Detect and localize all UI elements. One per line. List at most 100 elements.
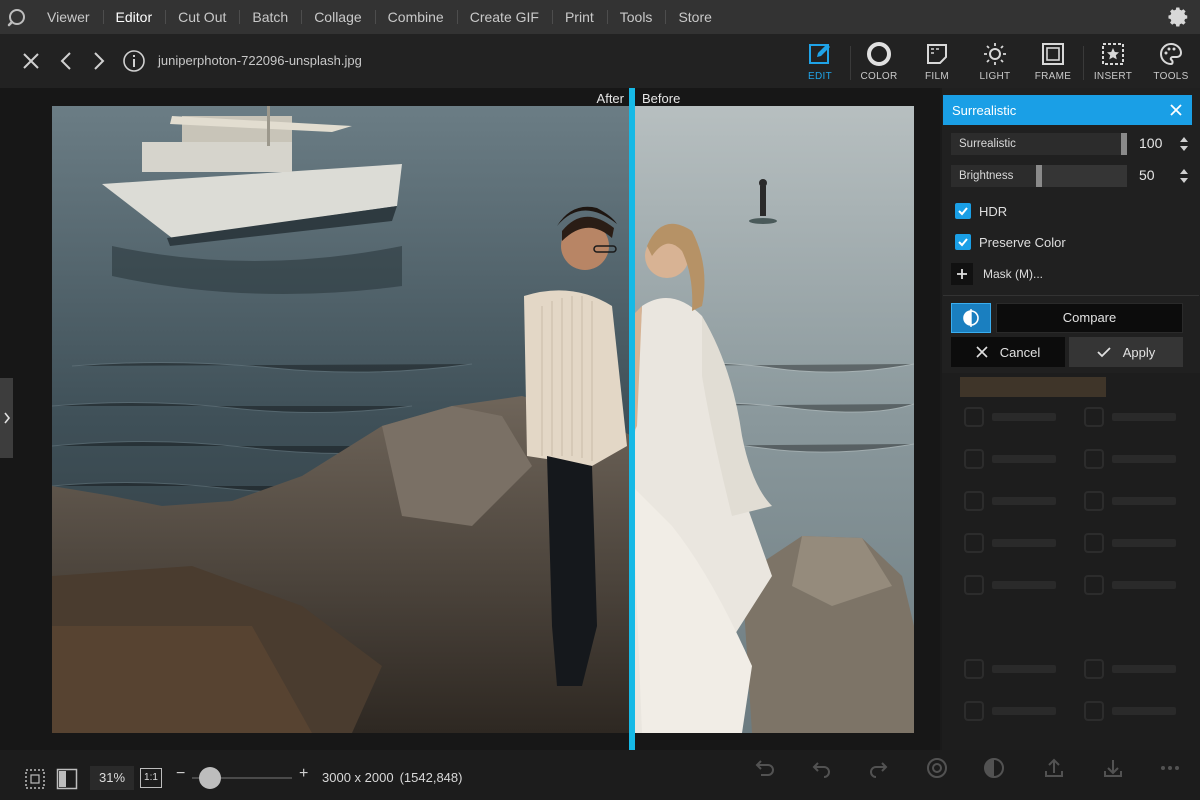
disabled-effects-list [942, 373, 1200, 750]
check-icon [958, 238, 968, 247]
tab-frame-label: FRAME [1034, 71, 1072, 82]
effect-panel: Surrealistic Surrealistic 100 Brightness… [942, 88, 1200, 750]
revert-icon [755, 760, 774, 776]
menu-cut-out[interactable]: Cut Out [165, 0, 239, 34]
stepper-icon[interactable] [1179, 135, 1189, 153]
disabled-effect-tile [964, 447, 1076, 473]
zoom-out-icon[interactable]: − [176, 765, 185, 783]
previous-image-icon[interactable] [53, 48, 79, 74]
selection-icon[interactable] [24, 768, 46, 790]
photo[interactable] [52, 106, 914, 733]
preserve-color-checkbox-row[interactable]: Preserve Color [955, 233, 1066, 251]
film-icon [923, 40, 951, 68]
apply-button[interactable]: Apply [1069, 337, 1183, 367]
stepper-icon[interactable] [1179, 167, 1189, 185]
actual-size-button[interactable]: 1:1 [140, 768, 162, 788]
tab-film[interactable]: FILM [908, 40, 966, 86]
disabled-effect-tile [1084, 699, 1196, 725]
split-view-icon [963, 309, 979, 327]
image-info: 3000 x 2000 (1542,848) [322, 770, 462, 785]
compare-split-handle[interactable] [629, 88, 635, 750]
mask-label[interactable]: Mask (M)... [983, 267, 1043, 281]
split-compare-toggle[interactable] [951, 303, 991, 333]
disabled-effect-tile [1084, 405, 1196, 431]
tab-light-label: LIGHT [979, 71, 1011, 82]
plus-icon[interactable] [951, 263, 973, 285]
image-canvas[interactable]: After Before [0, 88, 940, 750]
save-button [1089, 757, 1137, 797]
slider-knob[interactable] [1121, 133, 1127, 155]
menu-batch[interactable]: Batch [239, 0, 301, 34]
hdr-checkbox-row[interactable]: HDR [955, 202, 1007, 220]
more-button [1146, 757, 1194, 797]
zoom-in-icon[interactable]: + [299, 765, 308, 783]
cancel-button[interactable]: Cancel [951, 337, 1065, 367]
redo-button [855, 757, 903, 797]
status-bar: 31% 1:1 − + 3000 x 2000 (1542,848) [0, 750, 1200, 800]
side-panel-toggle[interactable] [0, 378, 13, 458]
brightness-slider[interactable]: Brightness 50 [951, 165, 1191, 187]
redo-icon [870, 762, 888, 778]
more-icon [1161, 766, 1179, 770]
compare-icon [984, 758, 1004, 778]
app-logo-icon[interactable] [0, 0, 34, 34]
menu-collage[interactable]: Collage [301, 0, 374, 34]
tab-color[interactable]: COLOR [850, 40, 908, 86]
image-dimensions: 3000 x 2000 [322, 770, 394, 785]
menu-tools[interactable]: Tools [606, 0, 666, 34]
tab-tools-label: TOOLS [1153, 71, 1189, 82]
insert-icon [1099, 40, 1127, 68]
undo-button [797, 757, 845, 797]
slider-track[interactable]: Brightness [951, 165, 1127, 187]
tab-light[interactable]: LIGHT [966, 40, 1024, 86]
disabled-effect-tile [1084, 531, 1196, 557]
close-icon[interactable] [1168, 102, 1184, 118]
menu-bar: Viewer Editor Cut Out Batch Collage Comb… [0, 0, 1200, 34]
menu-viewer[interactable]: Viewer [34, 0, 103, 34]
preserve-color-checkbox[interactable] [955, 234, 971, 250]
tools-icon [1157, 40, 1185, 68]
hdr-checkbox[interactable] [955, 203, 971, 219]
info-icon[interactable] [121, 48, 147, 74]
surrealistic-slider[interactable]: Surrealistic 100 [951, 133, 1191, 155]
disabled-effect-tile [964, 489, 1076, 515]
effect-panel-header: Surrealistic [943, 95, 1192, 125]
disabled-effect-tile [964, 657, 1076, 683]
zoom-slider-knob[interactable] [199, 767, 221, 789]
slider-track[interactable]: Surrealistic [951, 133, 1127, 155]
gear-icon[interactable] [1168, 6, 1190, 28]
tab-edit[interactable]: EDIT [791, 40, 849, 86]
menu-print[interactable]: Print [551, 0, 607, 34]
menu-store[interactable]: Store [665, 0, 724, 34]
edit-icon [806, 40, 834, 68]
light-icon [981, 40, 1009, 68]
before-photo-image [632, 106, 914, 733]
slider-knob[interactable] [1036, 165, 1042, 187]
cancel-label: Cancel [999, 344, 1041, 360]
tab-tools[interactable]: TOOLS [1142, 40, 1200, 86]
disabled-effect-tile [964, 405, 1076, 431]
close-icon[interactable] [18, 48, 44, 74]
split-panel-icon[interactable] [56, 768, 78, 790]
zoom-level[interactable]: 31% [90, 766, 134, 790]
mask-row[interactable]: Mask (M)... [951, 263, 1043, 285]
color-icon [865, 40, 893, 68]
tab-insert-label: INSERT [1093, 71, 1133, 82]
tab-edit-label: EDIT [808, 71, 832, 82]
file-name: juniperphoton-722096-unsplash.jpg [158, 53, 362, 68]
slider-value[interactable]: 100 [1139, 135, 1162, 151]
menu-editor[interactable]: Editor [102, 0, 166, 34]
compare-button[interactable]: Compare [996, 303, 1183, 333]
download-icon [1104, 760, 1122, 777]
slider-value[interactable]: 50 [1139, 167, 1155, 183]
tab-insert[interactable]: INSERT [1084, 40, 1142, 86]
menu-create-gif[interactable]: Create GIF [456, 0, 552, 34]
effect-title: Surrealistic [952, 103, 1017, 118]
menu-combine[interactable]: Combine [374, 0, 457, 34]
hdr-label: HDR [979, 203, 1008, 219]
tab-frame[interactable]: FRAME [1024, 40, 1082, 86]
after-label: After [596, 91, 624, 106]
photo-after-side [52, 106, 632, 733]
next-image-icon[interactable] [86, 48, 112, 74]
undo-icon [812, 762, 830, 778]
